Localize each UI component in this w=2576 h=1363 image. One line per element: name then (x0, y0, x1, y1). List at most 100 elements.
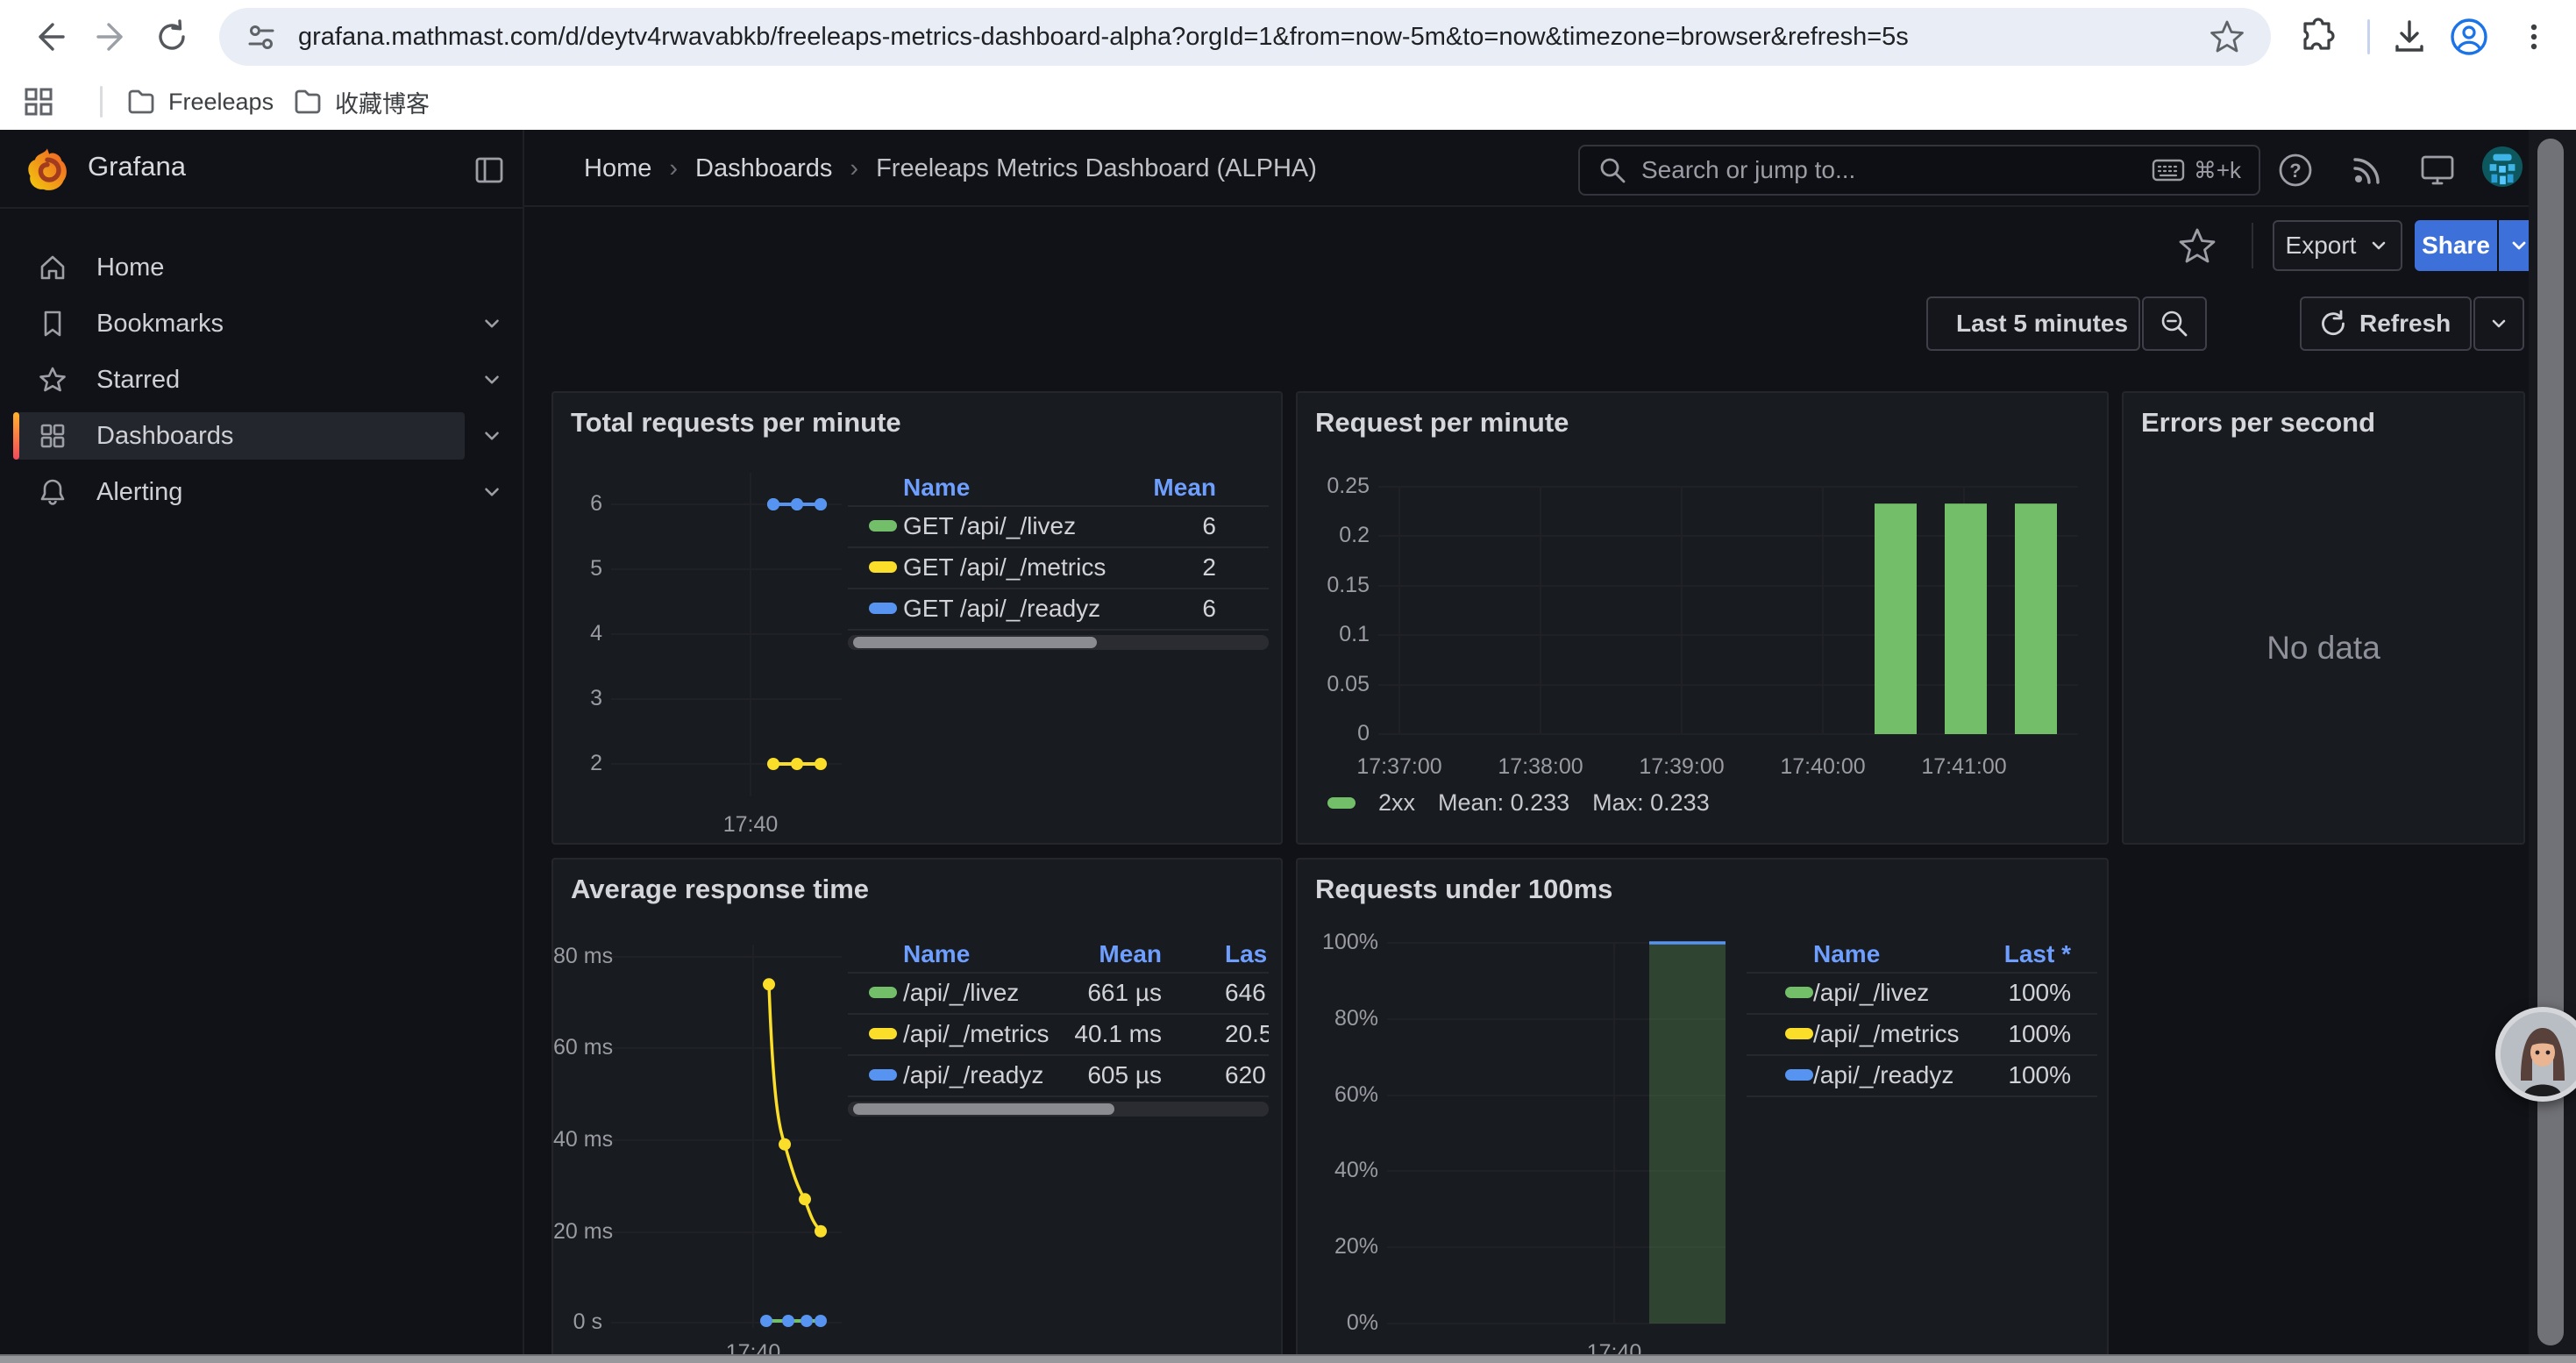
axis-tick-label: 20% (1305, 1234, 1378, 1260)
breadcrumb-item: Freeleaps Metrics Dashboard (ALPHA) (876, 154, 1317, 183)
refresh-interval-dropdown[interactable] (2473, 296, 2524, 351)
breadcrumb-item[interactable]: Home (584, 154, 651, 183)
browser-forward-button[interactable] (88, 12, 137, 61)
requests-under-100ms-legend-table: NameLast */api/_/livez100%/api/_/metrics… (1747, 933, 2097, 1126)
browser-reload-button[interactable] (147, 12, 196, 61)
refresh-label: Refresh (2359, 310, 2451, 338)
dock-menu-icon[interactable] (473, 154, 505, 186)
browser-profile-button[interactable] (2446, 14, 2492, 60)
bookmark-star-icon[interactable] (2208, 18, 2246, 56)
legend-cell[interactable]: /api/_/metrics (903, 1020, 1050, 1048)
legend-column-header[interactable]: Mean (1153, 474, 1216, 502)
kiosk-mode-button[interactable] (2416, 149, 2459, 191)
legend-column-header[interactable]: Mean (1099, 940, 1162, 968)
help-button[interactable]: ? (2274, 149, 2316, 191)
url-text[interactable]: grafana.mathmast.com/d/deytv4rwavabkb/fr… (298, 23, 2208, 52)
legend-column-header[interactable]: Name (1813, 940, 1880, 968)
series-color-pill[interactable] (1785, 1028, 1813, 1039)
chevron-down-icon (2508, 235, 2530, 256)
bookmarks-divider (100, 86, 103, 118)
legend-cell[interactable]: GET /api/_/livez (903, 512, 1076, 540)
legend-cell[interactable]: /api/_/readyz (903, 1061, 1043, 1089)
axis-tick-label: 3 (553, 686, 602, 711)
table-separator (848, 1054, 1269, 1056)
request-per-minute-legend: 2xx Mean: 0.233 Max: 0.233 (1327, 789, 1710, 817)
search-input[interactable]: Search or jump to... ⌘+k (1578, 145, 2260, 196)
refresh-button[interactable]: Refresh (2300, 296, 2472, 351)
axis-tick-label: 6 (553, 491, 602, 517)
axis-tick-label: 17:40 (715, 812, 786, 838)
export-button[interactable]: Export (2273, 220, 2402, 271)
legend-cell[interactable]: /api/_/livez (1813, 979, 1929, 1007)
grafana-logo-icon[interactable] (25, 146, 70, 191)
help-icon: ? (2276, 151, 2315, 189)
series-color-pill[interactable] (869, 561, 897, 573)
table-scrollbar-thumb[interactable] (853, 1103, 1114, 1115)
axis-tick-label: 20 ms (553, 1219, 602, 1245)
series-color-pill[interactable] (869, 987, 897, 998)
chevron-down-icon[interactable] (480, 312, 503, 335)
series-color-pill[interactable] (1785, 1069, 1813, 1081)
bookmark-item[interactable]: 收藏博客 (279, 81, 444, 123)
legend-cell[interactable]: /api/_/livez (903, 979, 1019, 1007)
average-response-legend-table: NameMeanLas/api/_/livez661 µs646/api/_/m… (848, 933, 1269, 1126)
refresh-icon (2317, 309, 2347, 339)
breadcrumb-item[interactable]: Dashboards (695, 154, 832, 183)
share-button[interactable]: Share (2415, 220, 2497, 271)
page-scrollbar-thumb[interactable] (2537, 139, 2564, 1345)
sidebar-item-starred[interactable]: Starred (13, 356, 465, 403)
time-range-label: Last 5 minutes (1956, 310, 2128, 338)
legend-column-header[interactable]: Las (1225, 940, 1267, 968)
series-color-pill[interactable] (1785, 987, 1813, 998)
table-separator (848, 1013, 1269, 1015)
url-bar[interactable]: grafana.mathmast.com/d/deytv4rwavabkb/fr… (219, 8, 2271, 66)
sidebar-item-alerting[interactable]: Alerting (13, 468, 465, 516)
series-color-pill[interactable] (869, 1069, 897, 1081)
keyboard-icon (2152, 158, 2185, 182)
apps-grid-button[interactable] (16, 79, 61, 125)
table-separator (848, 505, 1269, 507)
table-scrollbar-thumb[interactable] (853, 637, 1097, 648)
legend-column-header[interactable]: Name (903, 474, 970, 502)
series-color-chip[interactable] (1327, 797, 1356, 809)
bookmark-item[interactable]: Freeleaps (112, 81, 288, 123)
axis-tick-label: 80% (1305, 1006, 1378, 1031)
legend-column-header[interactable]: Last * (2004, 940, 2071, 968)
brand-name[interactable]: Grafana (88, 151, 186, 182)
extensions-button[interactable] (2295, 14, 2341, 60)
axis-tick-label: 0 s (553, 1309, 602, 1335)
legend-cell[interactable]: GET /api/_/metrics (903, 553, 1106, 582)
downloads-button[interactable] (2387, 14, 2432, 60)
news-button[interactable] (2346, 149, 2388, 191)
site-controls-icon[interactable] (244, 19, 279, 54)
legend-cell[interactable]: GET /api/_/readyz (903, 595, 1100, 623)
legend-column-header[interactable]: Name (903, 940, 970, 968)
series-color-pill[interactable] (869, 1028, 897, 1039)
axis-tick-label: 60% (1305, 1082, 1378, 1108)
page-scrollbar (2529, 130, 2576, 1363)
series-color-pill[interactable] (869, 603, 897, 614)
chevron-down-icon[interactable] (480, 425, 503, 447)
chevron-down-icon[interactable] (480, 481, 503, 503)
sidebar-item-home[interactable]: Home (13, 244, 465, 291)
zoom-out-time-button[interactable] (2142, 296, 2207, 351)
legend-cell[interactable]: /api/_/readyz (1813, 1061, 1953, 1089)
star-dashboard-icon[interactable] (2176, 225, 2218, 267)
chevron-down-icon[interactable] (480, 368, 503, 391)
browser-menu-button[interactable] (2511, 14, 2557, 60)
sidebar-item-bookmarks[interactable]: Bookmarks (13, 300, 465, 347)
series-color-pill[interactable] (869, 520, 897, 532)
star-icon (38, 365, 68, 395)
legend-cell: 620 (1225, 1061, 1269, 1089)
browser-back-button[interactable] (25, 12, 74, 61)
time-range-picker[interactable]: Last 5 minutes (1926, 296, 2140, 351)
panel-total-requests-per-minute: Total requests per minute NameMeanGET /a… (551, 391, 1283, 845)
panel-title[interactable]: Errors per second (2141, 407, 2375, 439)
back-arrow-icon (32, 19, 67, 54)
user-avatar[interactable] (2481, 146, 2523, 188)
legend-cell[interactable]: /api/_/metrics (1813, 1020, 1960, 1048)
sidebar-item-dashboards[interactable]: Dashboards (13, 412, 465, 460)
legend-cell: 646 (1225, 979, 1269, 1007)
series-name[interactable]: 2xx (1378, 789, 1415, 817)
monitor-icon (2417, 150, 2458, 190)
